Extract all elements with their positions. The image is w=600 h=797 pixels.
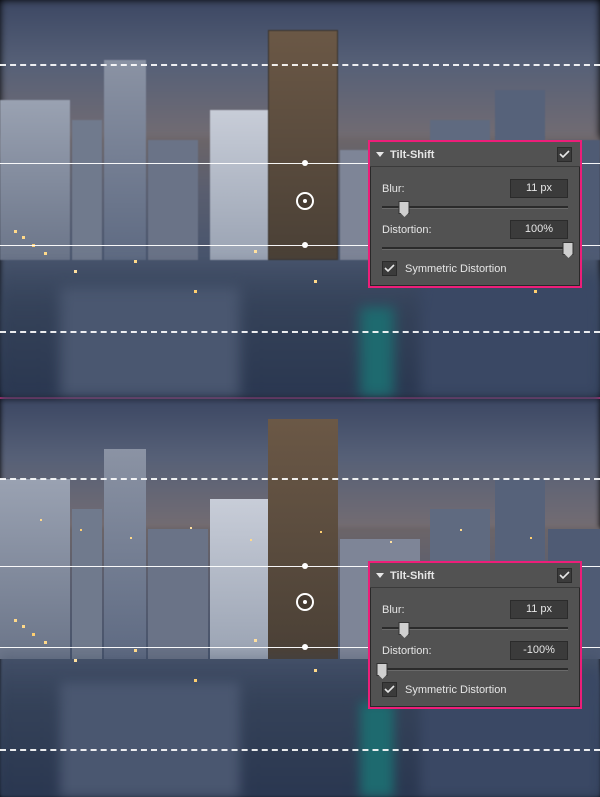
panel-title: Tilt-Shift — [390, 149, 557, 161]
blur-pin[interactable] — [296, 593, 314, 611]
symmetric-distortion-checkbox[interactable] — [382, 682, 397, 697]
distortion-label: Distortion: — [382, 224, 510, 236]
distortion-value-input[interactable]: -100% — [510, 641, 568, 660]
disclosure-triangle-icon[interactable] — [376, 573, 384, 578]
guide-handle-lower[interactable] — [302, 644, 308, 650]
guide-dash-upper[interactable] — [0, 64, 600, 66]
distortion-slider[interactable] — [382, 241, 568, 255]
viewport-top: Tilt-Shift Blur: 11 px Distortion: 100% — [0, 0, 600, 397]
guide-dash-upper[interactable] — [0, 478, 600, 480]
distortion-value-input[interactable]: 100% — [510, 220, 568, 239]
blur-label: Blur: — [382, 183, 510, 195]
effect-enable-checkbox[interactable] — [557, 147, 572, 162]
blur-value-input[interactable]: 11 px — [510, 600, 568, 619]
panel-header[interactable]: Tilt-Shift — [370, 142, 580, 167]
effect-enable-checkbox[interactable] — [557, 568, 572, 583]
viewport-bottom: Tilt-Shift Blur: 11 px Distortion: -100% — [0, 399, 600, 797]
blur-value-input[interactable]: 11 px — [510, 179, 568, 198]
blur-slider[interactable] — [382, 621, 568, 635]
guide-dash-lower[interactable] — [0, 749, 600, 751]
distortion-label: Distortion: — [382, 645, 510, 657]
symmetric-distortion-checkbox[interactable] — [382, 261, 397, 276]
blur-pin[interactable] — [296, 192, 314, 210]
tilt-shift-panel: Tilt-Shift Blur: 11 px Distortion: -100% — [368, 561, 582, 709]
guide-dash-lower[interactable] — [0, 331, 600, 333]
panel-title: Tilt-Shift — [390, 570, 557, 582]
guide-handle-upper[interactable] — [302, 160, 308, 166]
blur-label: Blur: — [382, 604, 510, 616]
panel-header[interactable]: Tilt-Shift — [370, 563, 580, 588]
guide-handle-lower[interactable] — [302, 242, 308, 248]
symmetric-distortion-label: Symmetric Distortion — [405, 263, 506, 275]
guide-handle-upper[interactable] — [302, 563, 308, 569]
blur-slider[interactable] — [382, 200, 568, 214]
disclosure-triangle-icon[interactable] — [376, 152, 384, 157]
distortion-slider[interactable] — [382, 662, 568, 676]
symmetric-distortion-label: Symmetric Distortion — [405, 684, 506, 696]
tilt-shift-panel: Tilt-Shift Blur: 11 px Distortion: 100% — [368, 140, 582, 288]
